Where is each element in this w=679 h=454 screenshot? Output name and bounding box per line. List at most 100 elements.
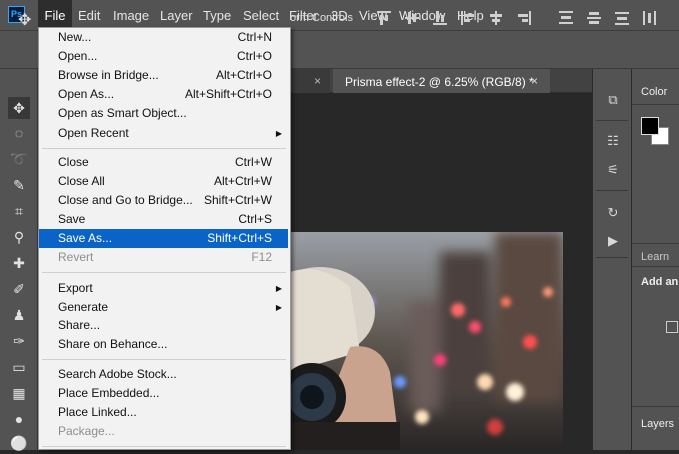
document-photo[interactable] <box>290 232 563 450</box>
healing-brush-tool-icon[interactable]: ✚ <box>8 252 30 274</box>
eyedropper-tool-icon[interactable]: ⚲ <box>8 226 30 248</box>
menu-item-place-linked[interactable]: Place Linked... <box>39 403 288 422</box>
menu-item-label: Export <box>58 281 93 295</box>
distribute-top-icon[interactable] <box>559 11 573 25</box>
actions-play-icon[interactable]: ▶ <box>604 233 622 249</box>
menu-separator <box>42 148 286 149</box>
menu-item-label: Search Adobe Stock... <box>58 367 177 381</box>
menu-item-save[interactable]: Save Ctrl+S <box>39 210 288 229</box>
menu-separator <box>42 446 286 447</box>
menu-item-shortcut: Shift+Ctrl+W <box>203 193 272 207</box>
menu-item-close-and-go-to-bridge[interactable]: Close and Go to Bridge... Shift+Ctrl+W <box>39 191 288 210</box>
divider <box>632 243 679 244</box>
align-left-icon[interactable] <box>461 11 475 25</box>
menu-item-shortcut: Ctrl+N <box>237 30 272 44</box>
distribute-vcenter-icon[interactable] <box>587 11 601 25</box>
menu-item-label: Close <box>58 155 89 169</box>
blur-tool-icon[interactable]: ● <box>8 408 30 430</box>
tab-close-icon[interactable]: × <box>531 74 538 88</box>
menu-item-shortcut: F12 <box>251 250 272 264</box>
menu-item-shortcut: Ctrl+S <box>238 212 272 226</box>
menu-item-search-adobe-stock[interactable]: Search Adobe Stock... <box>39 365 288 384</box>
menu-item-label: Generate <box>58 300 109 314</box>
menu-item-save-as[interactable]: Save As... Shift+Ctrl+S <box>39 229 288 248</box>
divider <box>632 266 679 267</box>
foreground-color-swatch[interactable] <box>641 117 659 135</box>
brush-tool-icon[interactable]: ✐ <box>8 278 30 300</box>
menu-item-label: Revert <box>58 250 94 264</box>
menu-item-shortcut: Ctrl+O <box>236 49 272 63</box>
submenu-arrow-icon: ▶ <box>275 284 282 293</box>
submenu-arrow-icon: ▶ <box>275 303 282 312</box>
menu-item-share-on-behance[interactable]: Share on Behance... <box>39 335 288 354</box>
menu-item-share[interactable]: Share... <box>39 316 288 335</box>
menu-item-open[interactable]: Open... Ctrl+O <box>39 47 288 66</box>
lasso-tool-icon[interactable]: ➰ <box>8 148 30 170</box>
menu-item-label: Close All <box>58 174 105 188</box>
dodge-tool-icon[interactable]: ⚪ <box>8 432 30 454</box>
learn-heading: Add an <box>641 276 679 288</box>
distribute-left-icon[interactable] <box>643 11 657 25</box>
menu-item-label: Place Linked... <box>58 405 137 419</box>
menu-item-label: Open... <box>58 49 98 63</box>
menu-item-shortcut: Alt+Ctrl+O <box>215 68 272 82</box>
marquee-tool-icon[interactable]: ◌ <box>8 122 30 144</box>
menu-item-label: Share on Behance... <box>58 337 168 351</box>
menu-item-label: Place Embedded... <box>58 386 160 400</box>
menu-item-export[interactable]: Export ▶ <box>39 279 288 298</box>
distribute-bottom-icon[interactable] <box>615 11 629 25</box>
align-vcenter-icon[interactable] <box>405 11 419 25</box>
grid-icon[interactable] <box>666 321 678 333</box>
menu-item-shortcut: Shift+Ctrl+S <box>207 231 272 245</box>
menu-item-open-as-smart-object[interactable]: Open as Smart Object... <box>39 104 288 123</box>
menu-item-label: Close and Go to Bridge... <box>58 193 193 207</box>
menu-item-generate[interactable]: Generate ▶ <box>39 298 288 317</box>
menu-item-place-embedded[interactable]: Place Embedded... <box>39 384 288 403</box>
menu-item-label: Browse in Bridge... <box>58 68 159 82</box>
learn-panel-label[interactable]: Learn <box>641 251 669 263</box>
3d-icon[interactable]: ⧉ <box>604 92 622 108</box>
menu-item-revert: Revert F12 <box>39 248 288 267</box>
menu-item-close[interactable]: Close Ctrl+W <box>39 153 288 172</box>
menu-item-shortcut: Ctrl+W <box>235 155 272 169</box>
menu-item-label: Save <box>58 212 86 226</box>
align-top-icon[interactable] <box>377 11 391 25</box>
gradient-tool-icon[interactable]: ▦ <box>8 382 30 404</box>
menu-item-label: Open As... <box>58 87 115 101</box>
history-icon[interactable]: ↻ <box>604 205 622 221</box>
divider <box>596 120 628 121</box>
menu-item-close-all[interactable]: Close All Alt+Ctrl+W <box>39 172 288 191</box>
align-hcenter-icon[interactable] <box>489 11 503 25</box>
panel-icon-strip <box>592 69 631 450</box>
menu-item-open-as[interactable]: Open As... Alt+Shift+Ctrl+O <box>39 85 288 104</box>
menu-item-open-recent[interactable]: Open Recent ▶ <box>39 124 288 143</box>
color-panel-label[interactable]: Color <box>641 86 667 98</box>
properties-icon[interactable]: ☷ <box>604 133 622 149</box>
align-right-icon[interactable] <box>517 11 531 25</box>
move-tool-icon[interactable]: ✥ <box>8 97 30 119</box>
tab-document-1[interactable] <box>292 69 330 93</box>
menu-item-label: Save As... <box>58 231 113 245</box>
history-brush-tool-icon[interactable]: ✑ <box>8 330 30 352</box>
adjustments-icon[interactable]: ⚟ <box>604 162 622 178</box>
menu-item-browse-in-bridge[interactable]: Browse in Bridge... Alt+Ctrl+O <box>39 66 288 85</box>
divider <box>632 406 679 407</box>
tab-close-icon[interactable]: × <box>314 74 321 88</box>
photo-image <box>290 232 563 450</box>
menu-item-new[interactable]: New... Ctrl+N <box>39 28 288 47</box>
divider <box>596 190 628 191</box>
move-icon[interactable]: ✥ <box>18 10 31 30</box>
menu-item-package: Package... <box>39 422 288 441</box>
eraser-tool-icon[interactable]: ▭ <box>8 356 30 378</box>
transform-controls-label[interactable]: orm Controls <box>290 12 353 24</box>
layers-panel-label[interactable]: Layers <box>641 418 674 430</box>
quick-selection-tool-icon[interactable]: ✎ <box>8 174 30 196</box>
divider <box>632 104 679 105</box>
tab-label: Prisma effect-2 @ 6.25% (RGB/8) * <box>345 75 534 89</box>
crop-tool-icon[interactable]: ⌗ <box>8 200 30 222</box>
menu-item-label: Package... <box>58 424 115 438</box>
menu-separator <box>42 359 286 360</box>
align-bottom-icon[interactable] <box>433 11 447 25</box>
clone-stamp-tool-icon[interactable]: ♟ <box>8 304 30 326</box>
submenu-arrow-icon: ▶ <box>275 129 282 138</box>
